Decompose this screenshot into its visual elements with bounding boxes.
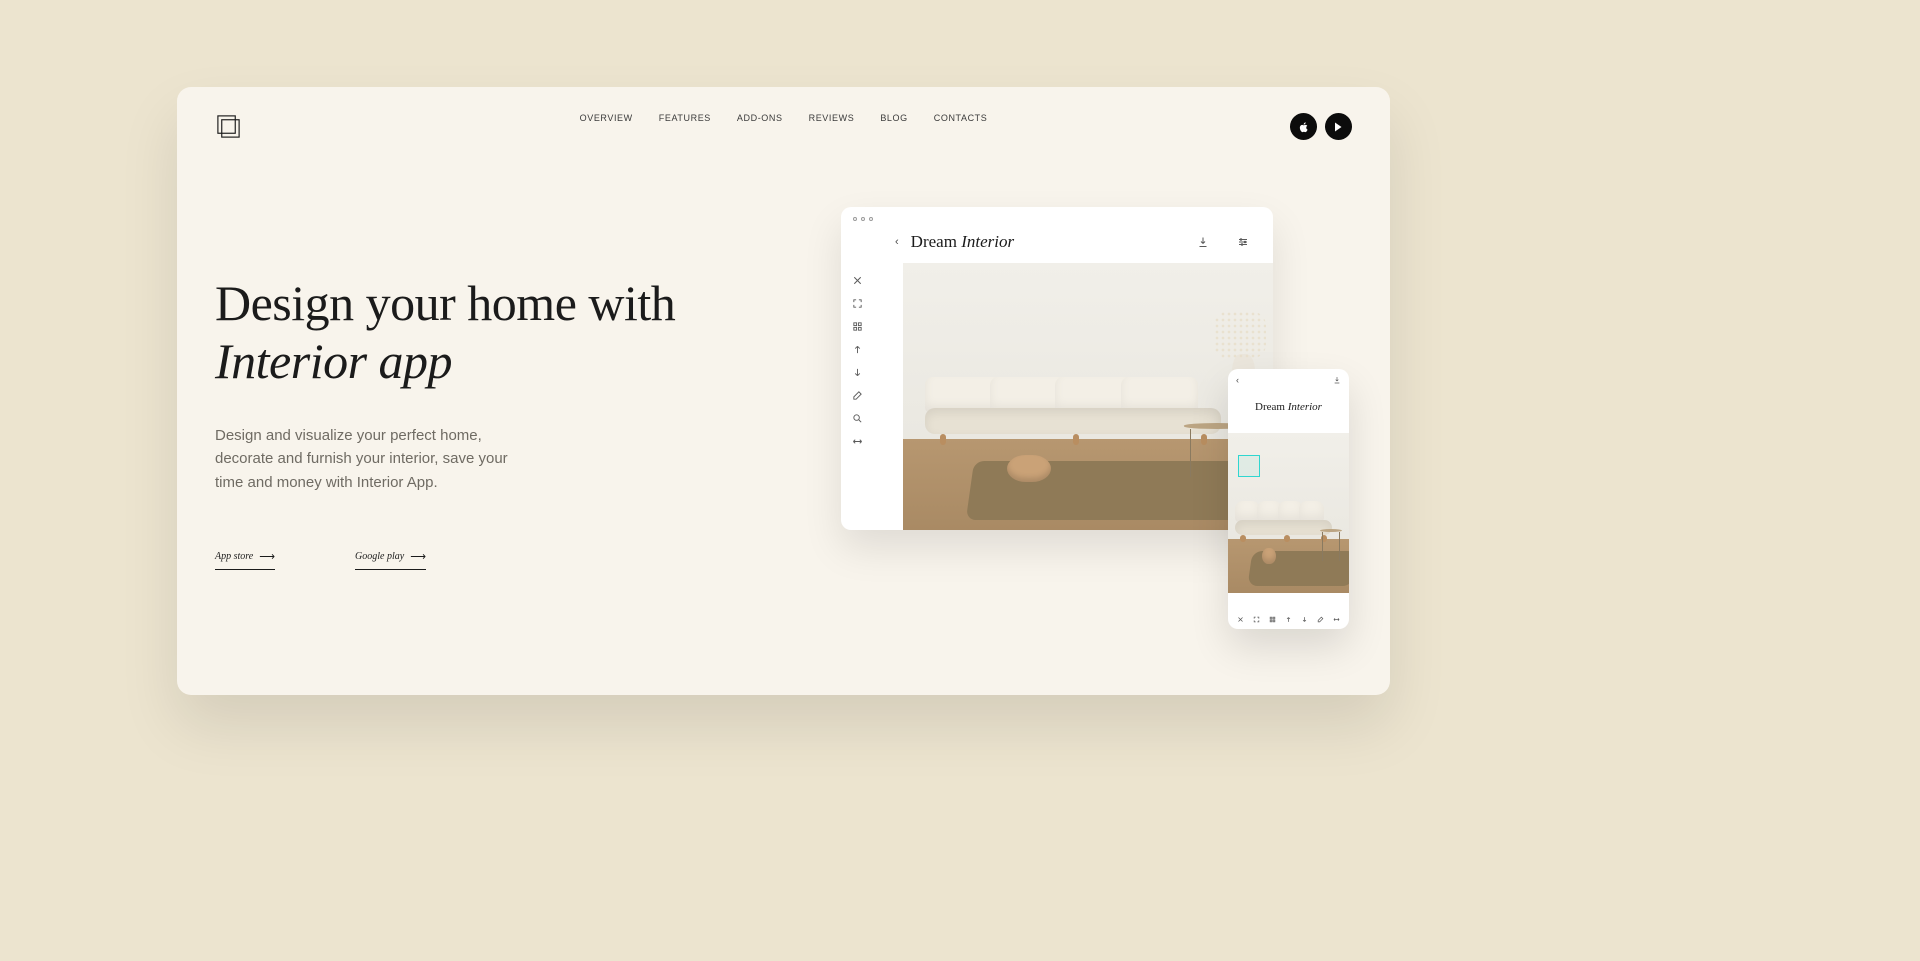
google-play-link-label: Google play — [355, 551, 404, 562]
nav-overview[interactable]: OVERVIEW — [580, 113, 633, 123]
app-titlebar: ‹ Dream Interior — [895, 229, 1249, 255]
website-page: OVERVIEW FEATURES ADD-ONS REVIEWS BLOG C… — [177, 87, 1390, 695]
desktop-app-mock: ‹ Dream Interior — [841, 207, 1273, 530]
window-traffic-lights — [853, 217, 873, 221]
sofa — [925, 370, 1221, 434]
arrow-down-icon[interactable] — [852, 367, 863, 378]
expand-icon[interactable] — [1253, 616, 1260, 623]
close-icon[interactable] — [1237, 616, 1244, 623]
mobile-app-title: Dream Interior — [1228, 401, 1349, 413]
apple-icon — [1298, 121, 1310, 133]
mobile-app-mock: ‹ Dream Interior — [1228, 369, 1349, 629]
nav-contacts[interactable]: CONTACTS — [934, 113, 988, 123]
window-dot-icon — [869, 217, 873, 221]
app-store-link[interactable]: App store ⟶ — [215, 550, 275, 570]
mobile-titlebar: ‹ — [1236, 375, 1341, 385]
nav-blog[interactable]: BLOG — [880, 113, 907, 123]
grid-icon[interactable] — [852, 321, 863, 332]
arrow-up-icon[interactable] — [1285, 616, 1292, 623]
mobile-title-italic: Interior — [1288, 401, 1322, 413]
settings-sliders-icon[interactable] — [1237, 236, 1249, 248]
window-dot-icon — [861, 217, 865, 221]
app-left-toolbar — [841, 271, 873, 447]
design-canvas[interactable] — [903, 263, 1273, 530]
google-play-link[interactable]: Google play ⟶ — [355, 550, 426, 570]
expand-icon[interactable] — [852, 298, 863, 309]
download-icon[interactable] — [1197, 236, 1209, 248]
arrow-right-icon: ⟶ — [410, 550, 426, 563]
hero-section: Design your home with Interior app Desig… — [215, 275, 775, 570]
edit-icon[interactable] — [852, 390, 863, 401]
mobile-bottom-toolbar — [1228, 616, 1349, 623]
arrow-right-icon: ⟶ — [259, 550, 275, 563]
close-icon[interactable] — [852, 275, 863, 286]
selection-box[interactable] — [1238, 455, 1260, 477]
app-store-link-label: App store — [215, 551, 253, 562]
search-icon[interactable] — [852, 413, 863, 424]
window-dot-icon — [853, 217, 857, 221]
app-title-italic: Interior — [961, 232, 1014, 251]
grid-icon[interactable] — [1269, 616, 1276, 623]
chevron-left-icon[interactable]: ‹ — [895, 236, 899, 248]
app-title-plain: Dream — [911, 232, 962, 251]
main-nav: OVERVIEW FEATURES ADD-ONS REVIEWS BLOG C… — [177, 113, 1390, 123]
basket — [1007, 455, 1051, 482]
nav-features[interactable]: FEATURES — [659, 113, 711, 123]
header-store-buttons — [1290, 113, 1352, 140]
mobile-title-plain: Dream — [1255, 401, 1288, 413]
app-title: Dream Interior — [911, 232, 1014, 252]
download-icon[interactable] — [1333, 376, 1341, 384]
hero-cta-row: App store ⟶ Google play ⟶ — [215, 550, 775, 570]
arrow-down-icon[interactable] — [1301, 616, 1308, 623]
site-header: OVERVIEW FEATURES ADD-ONS REVIEWS BLOG C… — [177, 103, 1390, 133]
dried-flowers — [1214, 311, 1266, 359]
nav-reviews[interactable]: REVIEWS — [809, 113, 855, 123]
arrow-up-icon[interactable] — [852, 344, 863, 355]
google-play-icon — [1333, 121, 1345, 133]
hero-title-plain: Design your home with — [215, 275, 675, 331]
hero-title-italic: Interior app — [215, 333, 452, 389]
arrows-horizontal-icon[interactable] — [852, 436, 863, 447]
arrows-horizontal-icon[interactable] — [1333, 616, 1340, 623]
hero-subtitle: Design and visualize your perfect home, … — [215, 424, 535, 494]
nav-addons[interactable]: ADD-ONS — [737, 113, 783, 123]
google-play-button[interactable] — [1325, 113, 1352, 140]
apple-store-button[interactable] — [1290, 113, 1317, 140]
hero-title: Design your home with Interior app — [215, 275, 775, 390]
edit-icon[interactable] — [1317, 616, 1324, 623]
chevron-left-icon[interactable]: ‹ — [1236, 375, 1239, 385]
